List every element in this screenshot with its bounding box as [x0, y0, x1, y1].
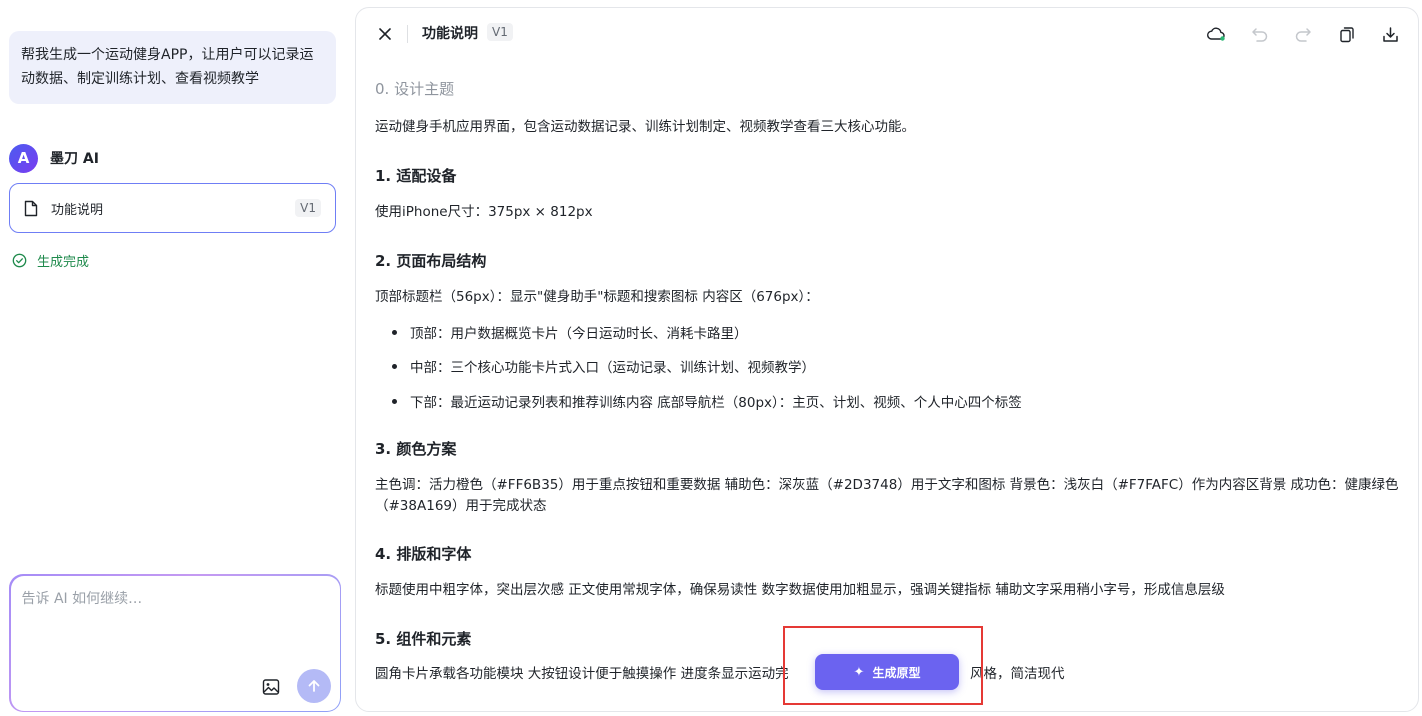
- copy-icon: [1340, 26, 1354, 42]
- list-item-text: 下部：最近运动记录列表和推荐训练内容 底部导航栏（80px）：主页、计划、视频、…: [410, 395, 1022, 411]
- bullet-icon: [392, 329, 397, 335]
- undo-icon: [1252, 28, 1268, 42]
- cloud-save-status-button[interactable]: [1206, 24, 1226, 44]
- download-button[interactable]: [1380, 24, 1400, 44]
- close-button[interactable]: [376, 25, 394, 43]
- document-version-badge: V1: [295, 199, 321, 217]
- chat-panel: 帮我生成一个运动健身APP，让用户可以记录运动数据、制定训练计划、查看视频教学 …: [0, 0, 345, 716]
- copy-button[interactable]: [1337, 24, 1357, 44]
- toolbar-divider: [407, 25, 408, 43]
- send-button[interactable]: [296, 668, 331, 703]
- close-icon: [379, 28, 391, 40]
- generate-prototype-button[interactable]: ✦ 生成原型: [815, 654, 959, 690]
- document-card-title: 功能说明: [51, 202, 104, 218]
- sparkle-icon: ✦: [853, 664, 865, 680]
- section-0-text: 运动健身手机应用界面，包含运动数据记录、训练计划制定、视频教学查看三大核心功能。: [375, 119, 915, 135]
- section-1-heading: 1. 适配设备: [375, 167, 457, 185]
- generation-status: 生成完成: [12, 251, 89, 270]
- chat-composer: [9, 574, 341, 712]
- document-toolbar: 功能说明 V1: [356, 8, 1418, 60]
- bullet-icon: [392, 363, 397, 369]
- section-2-text: 顶部标题栏（56px）：显示"健身助手"标题和搜索图标 内容区（676px）：: [375, 289, 819, 305]
- section-0-heading: 0. 设计主题: [375, 80, 455, 98]
- list-item-text: 中部：三个核心功能卡片式入口（运动记录、训练计划、视频教学）: [410, 360, 815, 376]
- generate-prototype-label: 生成原型: [872, 665, 921, 680]
- upload-image-button[interactable]: [260, 676, 282, 698]
- section-2-heading: 2. 页面布局结构: [375, 252, 487, 270]
- image-icon: [262, 678, 279, 695]
- list-item: 中部：三个核心功能卡片式入口（运动记录、训练计划、视频教学）: [392, 356, 815, 376]
- ai-name: 墨刀 AI: [50, 151, 99, 167]
- cloud-saved-icon: [1207, 27, 1225, 41]
- arrow-up-icon: [308, 679, 319, 692]
- bullet-icon: [392, 398, 397, 404]
- undo-button[interactable]: [1250, 24, 1270, 44]
- redo-icon: [1295, 28, 1311, 42]
- list-item: 下部：最近运动记录列表和推荐训练内容 底部导航栏（80px）：主页、计划、视频、…: [392, 391, 1022, 411]
- document-title: 功能说明: [422, 26, 478, 42]
- section-4-heading: 4. 排版和字体: [375, 545, 472, 563]
- section-4-text: 标题使用中粗字体，突出层次感 正文使用常规字体，确保易读性 数字数据使用加粗显示…: [375, 582, 1225, 598]
- chat-input[interactable]: [21, 587, 322, 648]
- ai-logo-icon: A: [9, 143, 38, 173]
- document-panel: 功能说明 V1 0. 设计主题 运动健身手机应用界面，包含运动数据记录、训练计划…: [355, 7, 1419, 712]
- section-5-text-start: 圆角卡片承载各功能模块 大按钮设计便于触摸操作 进度条显示运动完: [375, 666, 789, 682]
- section-3-heading: 3. 颜色方案: [375, 440, 457, 458]
- document-icon: [24, 200, 38, 216]
- user-message-bubble: 帮我生成一个运动健身APP，让用户可以记录运动数据、制定训练计划、查看视频教学: [9, 31, 336, 104]
- section-1-text: 使用iPhone尺寸：375px × 812px: [375, 204, 593, 220]
- section-3-text: 主色调：活力橙色（#FF6B35）用于重点按钮和重要数据 辅助色：深灰蓝（#2D…: [375, 477, 1399, 514]
- ai-assistant-header: A 墨刀 AI: [9, 143, 99, 173]
- check-circle-icon: [12, 253, 27, 268]
- redo-button[interactable]: [1293, 24, 1313, 44]
- chat-composer-body: [10, 575, 340, 711]
- list-item-text: 顶部：用户数据概览卡片（今日运动时长、消耗卡路里）: [410, 326, 748, 342]
- document-version: V1: [487, 23, 513, 41]
- generation-status-text: 生成完成: [37, 255, 90, 270]
- document-card[interactable]: 功能说明 V1: [9, 183, 336, 233]
- download-icon: [1382, 26, 1398, 42]
- section-5-heading: 5. 组件和元素: [375, 630, 472, 648]
- list-item: 顶部：用户数据概览卡片（今日运动时长、消耗卡路里）: [392, 322, 748, 342]
- section-5-text-end: 风格，简洁现代: [970, 666, 1065, 682]
